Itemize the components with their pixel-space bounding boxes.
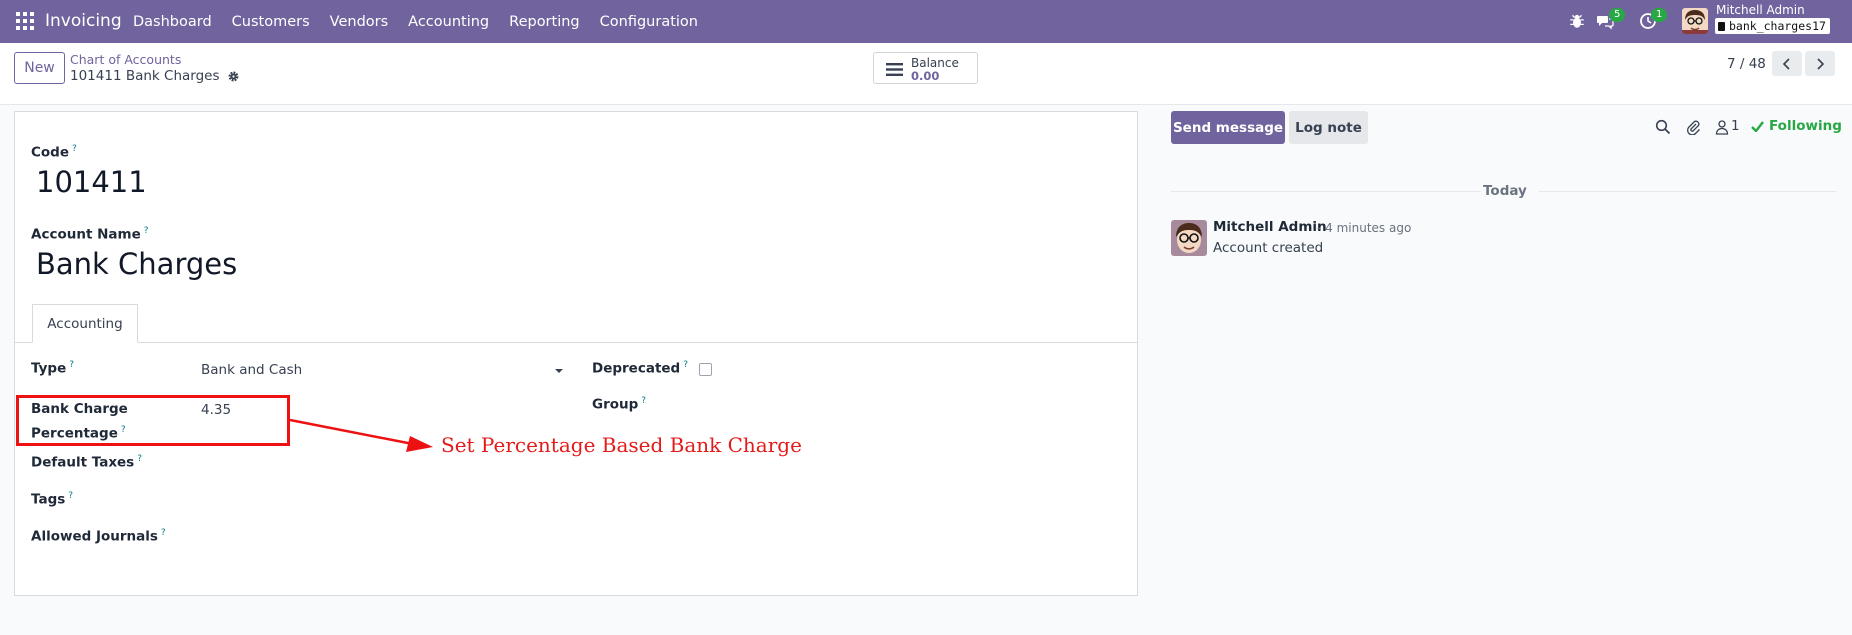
type-help-icon[interactable]: ? — [69, 360, 74, 370]
message-author-avatar[interactable] — [1171, 220, 1207, 256]
allowed-journals-help-icon[interactable]: ? — [161, 528, 166, 538]
deprecated-checkbox[interactable] — [699, 363, 712, 376]
messages-badge: 5 — [1609, 8, 1626, 22]
message-body: Account created — [1213, 240, 1324, 256]
record-title: 101411 Bank Charges — [70, 68, 220, 84]
balance-value: 0.00 — [911, 69, 940, 83]
deprecated-label: Deprecated? — [592, 360, 689, 377]
user-name[interactable]: Mitchell Admin — [1716, 3, 1805, 17]
tags-help-icon[interactable]: ? — [68, 491, 73, 501]
balance-smart-button[interactable]: Balance 0.00 — [873, 52, 978, 84]
message-time: - 4 minutes ago — [1317, 221, 1412, 235]
log-note-button[interactable]: Log note — [1289, 111, 1368, 144]
pager-previous-button[interactable] — [1772, 51, 1802, 76]
annotation-highlight-box — [16, 395, 290, 446]
menu-configuration[interactable]: Configuration — [600, 14, 698, 30]
account-name-label: Account Name? — [31, 226, 149, 243]
group-label: Group? — [592, 396, 647, 413]
breadcrumb-current: 101411 Bank Charges — [70, 68, 240, 84]
menu-accounting[interactable]: Accounting — [408, 14, 489, 30]
type-label: Type? — [31, 360, 75, 377]
code-help-icon[interactable]: ? — [72, 144, 77, 154]
gear-icon[interactable] — [227, 70, 240, 83]
default-taxes-help-icon[interactable]: ? — [137, 454, 142, 464]
paperclip-icon[interactable] — [1685, 119, 1701, 135]
date-separator-line — [1539, 191, 1836, 192]
chevron-left-icon — [1782, 57, 1790, 70]
menu-vendors[interactable]: Vendors — [330, 14, 389, 30]
balance-label: Balance — [911, 56, 959, 70]
check-icon — [1751, 120, 1764, 132]
app-name[interactable]: Invoicing — [45, 11, 122, 31]
tab-divider — [15, 342, 1137, 343]
send-message-button[interactable]: Send message — [1171, 111, 1285, 144]
date-separator: Today — [1483, 183, 1527, 199]
tags-label: Tags? — [31, 491, 74, 508]
default-taxes-label: Default Taxes? — [31, 454, 142, 471]
chevron-right-icon — [1817, 57, 1825, 70]
account-name-input[interactable]: Bank Charges — [36, 247, 237, 281]
top-navbar: Invoicing Dashboard Customers Vendors Ac… — [0, 0, 1852, 43]
user-avatar[interactable] — [1682, 8, 1708, 34]
new-button[interactable]: New — [14, 52, 65, 84]
caret-down-icon[interactable] — [555, 369, 563, 373]
tab-accounting[interactable]: Accounting — [32, 304, 138, 343]
apps-grid-icon[interactable] — [16, 12, 34, 30]
search-icon[interactable] — [1655, 119, 1671, 135]
menu-dashboard[interactable]: Dashboard — [133, 14, 212, 30]
pager-value[interactable]: 7 / 48 — [1727, 56, 1766, 72]
message-author[interactable]: Mitchell Admin — [1213, 219, 1327, 235]
menu-customers[interactable]: Customers — [232, 14, 310, 30]
group-help-icon[interactable]: ? — [641, 396, 646, 406]
database-icon — [1718, 21, 1725, 31]
code-input[interactable]: 101411 — [36, 165, 147, 199]
date-separator-line — [1171, 191, 1481, 192]
code-label: Code? — [31, 144, 77, 161]
debug-bug-icon[interactable] — [1568, 12, 1586, 30]
account-name-help-icon[interactable]: ? — [144, 226, 149, 236]
menu-reporting[interactable]: Reporting — [509, 14, 580, 30]
form-sheet: Code? 101411 Account Name? Bank Charges … — [14, 111, 1138, 596]
database-badge: bank_charges17 — [1715, 18, 1830, 34]
type-select[interactable]: Bank and Cash — [201, 362, 302, 378]
database-name: bank_charges17 — [1729, 19, 1826, 33]
bars-icon — [886, 63, 903, 76]
followers-count[interactable]: 1 — [1731, 118, 1740, 134]
activities-badge: 1 — [1651, 8, 1668, 22]
pager-next-button[interactable] — [1805, 51, 1835, 76]
followers-user-icon[interactable] — [1714, 119, 1730, 135]
main-menu: Dashboard Customers Vendors Accounting R… — [133, 0, 718, 43]
allowed-journals-label: Allowed Journals? — [31, 528, 166, 545]
control-panel: New Chart of Accounts 101411 Bank Charge… — [0, 43, 1852, 105]
following-button[interactable]: Following — [1751, 118, 1842, 134]
annotation-text: Set Percentage Based Bank Charge — [441, 433, 802, 457]
breadcrumb-parent[interactable]: Chart of Accounts — [70, 52, 181, 67]
deprecated-help-icon[interactable]: ? — [683, 360, 688, 370]
